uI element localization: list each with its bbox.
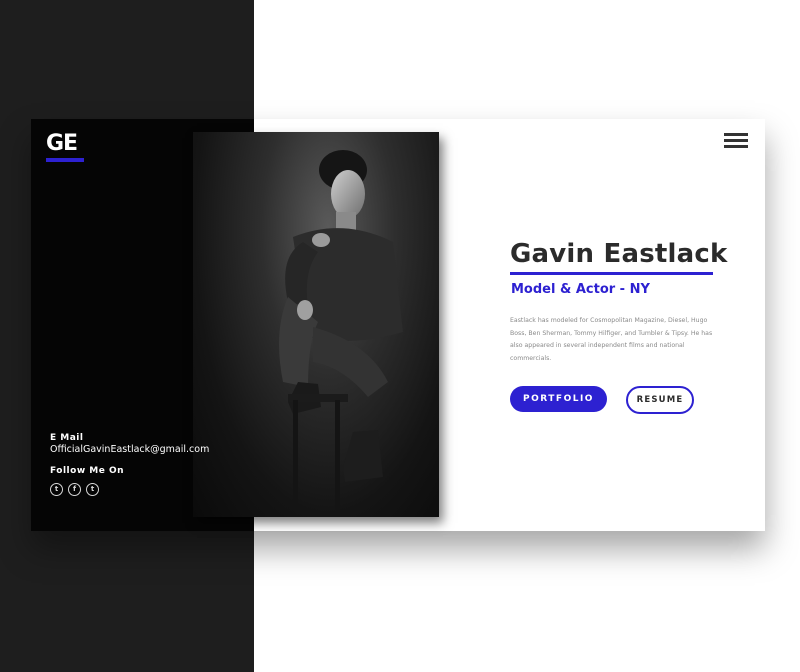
contact-block: E Mail OfficialGavinEastlack@gmail.com F… [50,433,209,496]
portrait-silhouette [279,150,403,510]
hamburger-menu-icon[interactable] [724,133,748,149]
hero-name: Gavin Eastlack [510,239,728,269]
hero-bio: Eastlack has modeled for Cosmopolitan Ma… [510,317,713,362]
social-links: t f t [50,483,209,496]
menu-bar [724,145,748,148]
site-logo[interactable]: GE [46,133,86,163]
hero-role: Model & Actor - NY [511,282,650,297]
name-underline [510,272,713,275]
facebook-icon[interactable]: f [68,483,81,496]
follow-label: Follow Me On [50,466,125,476]
portrait-photo [193,132,439,517]
portfolio-button[interactable]: PORTFOLIO [510,386,607,412]
twitter-icon[interactable]: t [86,483,99,496]
email-link[interactable]: OfficialGavinEastlack@gmail.com [50,444,209,455]
twitter-icon[interactable]: t [50,483,63,496]
resume-button[interactable]: RESUME [626,386,694,414]
logo-text: GE [46,131,78,156]
email-label: E Mail [50,433,84,443]
logo-underline [46,158,84,162]
menu-bar [724,133,748,136]
menu-bar [724,139,748,142]
